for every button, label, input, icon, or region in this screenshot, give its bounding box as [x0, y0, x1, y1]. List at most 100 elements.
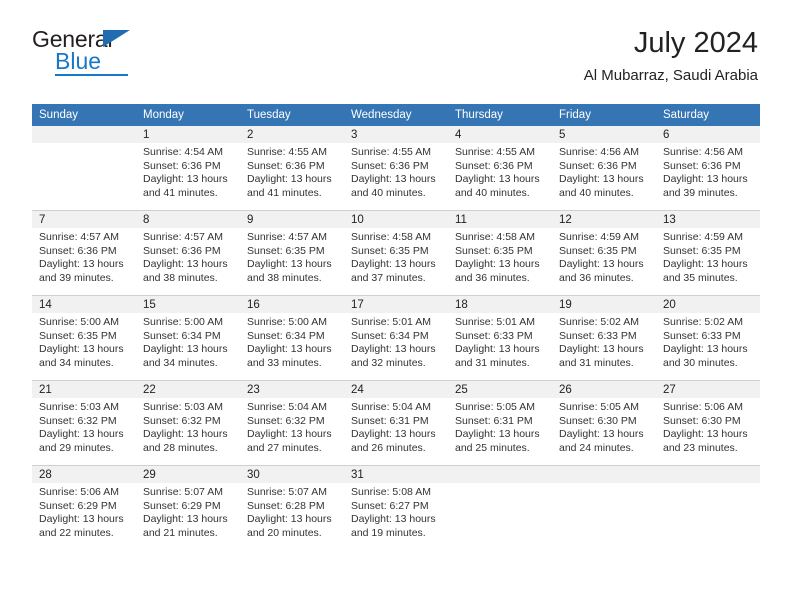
page-header: General Blue July 2024 Al Mubarraz, Saud…: [32, 27, 758, 96]
day-cell[interactable]: 26 Sunrise: 5:05 AM Sunset: 6:30 PM Dayligh…: [552, 380, 656, 466]
day-details: Sunrise: 4:57 AM Sunset: 6:35 PM Daylight:…: [240, 228, 344, 285]
day-cell[interactable]: 22 Sunrise: 5:03 AM Sunset: 6:32 PM Dayligh…: [136, 380, 240, 466]
day-number: 3: [344, 126, 448, 143]
daylight-text-cont: and 37 minutes.: [351, 271, 426, 284]
daylight-text: Daylight: 13 hours: [663, 343, 748, 355]
sunset-text: Sunset: 6:32 PM: [39, 414, 117, 427]
day-cell[interactable]: 14 Sunrise: 5:00 AM Sunset: 6:35 PM Dayligh…: [32, 295, 136, 381]
day-cell[interactable]: 20 Sunrise: 5:02 AM Sunset: 6:33 PM Dayligh…: [656, 295, 760, 381]
sunset-text: Sunset: 6:31 PM: [455, 414, 533, 427]
sunrise-text: Sunrise: 4:57 AM: [143, 231, 223, 243]
day-cell[interactable]: [32, 126, 136, 211]
day-cell[interactable]: 19 Sunrise: 5:02 AM Sunset: 6:33 PM Dayligh…: [552, 295, 656, 381]
day-cell[interactable]: 30 Sunrise: 5:07 AM Sunset: 6:28 PM Dayligh…: [240, 465, 344, 550]
day-number: 8: [136, 211, 240, 228]
day-cell[interactable]: 27 Sunrise: 5:06 AM Sunset: 6:30 PM Dayligh…: [656, 380, 760, 466]
day-number: 2: [240, 126, 344, 143]
day-details: Sunrise: 5:06 AM Sunset: 6:30 PM Daylight:…: [656, 398, 760, 455]
daylight-text-cont: and 38 minutes.: [247, 271, 322, 284]
daylight-text-cont: and 25 minutes.: [455, 441, 530, 454]
day-details: Sunrise: 5:04 AM Sunset: 6:31 PM Daylight:…: [344, 398, 448, 455]
day-details: Sunrise: 4:57 AM Sunset: 6:36 PM Daylight:…: [136, 228, 240, 285]
daylight-text: Daylight: 13 hours: [559, 428, 644, 440]
day-cell[interactable]: 18 Sunrise: 5:01 AM Sunset: 6:33 PM Dayligh…: [448, 295, 552, 381]
sunrise-text: Sunrise: 5:02 AM: [559, 316, 639, 328]
daylight-text: Daylight: 13 hours: [143, 513, 228, 525]
sunset-text: Sunset: 6:36 PM: [143, 159, 221, 172]
day-cell[interactable]: [656, 465, 760, 550]
sunset-text: Sunset: 6:35 PM: [351, 244, 429, 257]
day-cell[interactable]: 8 Sunrise: 4:57 AM Sunset: 6:36 PM Daylight…: [136, 210, 240, 296]
weekday-header-saturday: Saturday: [656, 104, 760, 126]
day-cell[interactable]: [552, 465, 656, 550]
sunrise-text: Sunrise: 5:00 AM: [143, 316, 223, 328]
day-details: Sunrise: 5:04 AM Sunset: 6:32 PM Daylight:…: [240, 398, 344, 455]
day-cell[interactable]: 10 Sunrise: 4:58 AM Sunset: 6:35 PM Dayligh…: [344, 210, 448, 296]
day-number: 5: [552, 126, 656, 143]
day-cell[interactable]: 1 Sunrise: 4:54 AM Sunset: 6:36 PM Daylight…: [136, 126, 240, 211]
day-details: Sunrise: 4:55 AM Sunset: 6:36 PM Daylight:…: [344, 143, 448, 200]
daylight-text-cont: and 27 minutes.: [247, 441, 322, 454]
daylight-text-cont: and 30 minutes.: [663, 356, 738, 369]
day-cell[interactable]: 2 Sunrise: 4:55 AM Sunset: 6:36 PM Daylight…: [240, 126, 344, 211]
day-cell[interactable]: 6 Sunrise: 4:56 AM Sunset: 6:36 PM Daylight…: [656, 126, 760, 211]
day-number: 1: [136, 126, 240, 143]
day-cell[interactable]: 23 Sunrise: 5:04 AM Sunset: 6:32 PM Dayligh…: [240, 380, 344, 466]
day-cell[interactable]: 9 Sunrise: 4:57 AM Sunset: 6:35 PM Daylight…: [240, 210, 344, 296]
daylight-text: Daylight: 13 hours: [39, 343, 124, 355]
week-row: 7 Sunrise: 4:57 AM Sunset: 6:36 PM Daylight…: [32, 210, 760, 296]
sunrise-text: Sunrise: 5:04 AM: [351, 401, 431, 413]
day-cell[interactable]: 15 Sunrise: 5:00 AM Sunset: 6:34 PM Dayligh…: [136, 295, 240, 381]
daylight-text: Daylight: 13 hours: [143, 258, 228, 270]
sunrise-text: Sunrise: 5:02 AM: [663, 316, 743, 328]
day-cell[interactable]: 21 Sunrise: 5:03 AM Sunset: 6:32 PM Dayligh…: [32, 380, 136, 466]
sunrise-text: Sunrise: 5:07 AM: [143, 486, 223, 498]
day-cell[interactable]: 17 Sunrise: 5:01 AM Sunset: 6:34 PM Dayligh…: [344, 295, 448, 381]
sunrise-text: Sunrise: 4:56 AM: [559, 146, 639, 158]
sunset-text: Sunset: 6:36 PM: [39, 244, 117, 257]
sunrise-text: Sunrise: 4:54 AM: [143, 146, 223, 158]
day-details: Sunrise: 5:01 AM Sunset: 6:33 PM Daylight:…: [448, 313, 552, 370]
day-details: Sunrise: 4:57 AM Sunset: 6:36 PM Daylight:…: [32, 228, 136, 285]
day-cell[interactable]: 29 Sunrise: 5:07 AM Sunset: 6:29 PM Dayligh…: [136, 465, 240, 550]
daylight-text-cont: and 39 minutes.: [663, 186, 738, 199]
day-cell[interactable]: 16 Sunrise: 5:00 AM Sunset: 6:34 PM Dayligh…: [240, 295, 344, 381]
day-cell[interactable]: 5 Sunrise: 4:56 AM Sunset: 6:36 PM Daylight…: [552, 126, 656, 211]
title-block: July 2024 Al Mubarraz, Saudi Arabia: [584, 27, 758, 84]
day-details: Sunrise: 5:02 AM Sunset: 6:33 PM Daylight:…: [552, 313, 656, 370]
day-cell[interactable]: 7 Sunrise: 4:57 AM Sunset: 6:36 PM Daylight…: [32, 210, 136, 296]
day-details: Sunrise: 5:03 AM Sunset: 6:32 PM Daylight:…: [136, 398, 240, 455]
day-cell[interactable]: 4 Sunrise: 4:55 AM Sunset: 6:36 PM Daylight…: [448, 126, 552, 211]
daylight-text-cont: and 31 minutes.: [455, 356, 530, 369]
day-cell[interactable]: 25 Sunrise: 5:05 AM Sunset: 6:31 PM Dayligh…: [448, 380, 552, 466]
day-number: 16: [240, 296, 344, 313]
day-cell[interactable]: 31 Sunrise: 5:08 AM Sunset: 6:27 PM Dayligh…: [344, 465, 448, 550]
day-number: 14: [32, 296, 136, 313]
day-number: 17: [344, 296, 448, 313]
day-number: [656, 466, 760, 483]
day-cell[interactable]: 12 Sunrise: 4:59 AM Sunset: 6:35 PM Dayligh…: [552, 210, 656, 296]
week-row: 28 Sunrise: 5:06 AM Sunset: 6:29 PM Dayligh…: [32, 465, 760, 550]
day-cell[interactable]: 28 Sunrise: 5:06 AM Sunset: 6:29 PM Dayligh…: [32, 465, 136, 550]
sunset-text: Sunset: 6:36 PM: [663, 159, 741, 172]
day-details: Sunrise: 5:06 AM Sunset: 6:29 PM Daylight:…: [32, 483, 136, 540]
daylight-text-cont: and 40 minutes.: [351, 186, 426, 199]
calendar-page: General Blue July 2024 Al Mubarraz, Saud…: [0, 0, 792, 612]
day-cell[interactable]: 13 Sunrise: 4:59 AM Sunset: 6:35 PM Dayligh…: [656, 210, 760, 296]
sunset-text: Sunset: 6:29 PM: [39, 499, 117, 512]
day-details: Sunrise: 4:55 AM Sunset: 6:36 PM Daylight:…: [448, 143, 552, 200]
day-cell[interactable]: [448, 465, 552, 550]
day-cell[interactable]: 3 Sunrise: 4:55 AM Sunset: 6:36 PM Daylight…: [344, 126, 448, 211]
daylight-text: Daylight: 13 hours: [351, 343, 436, 355]
daylight-text-cont: and 39 minutes.: [39, 271, 114, 284]
daylight-text: Daylight: 13 hours: [247, 173, 332, 185]
day-cell[interactable]: 24 Sunrise: 5:04 AM Sunset: 6:31 PM Dayligh…: [344, 380, 448, 466]
day-number: 27: [656, 381, 760, 398]
daylight-text: Daylight: 13 hours: [455, 258, 540, 270]
day-cell[interactable]: 11 Sunrise: 4:58 AM Sunset: 6:35 PM Dayligh…: [448, 210, 552, 296]
sunrise-text: Sunrise: 5:01 AM: [351, 316, 431, 328]
daylight-text: Daylight: 13 hours: [351, 513, 436, 525]
sunrise-text: Sunrise: 4:59 AM: [663, 231, 743, 243]
sunrise-text: Sunrise: 4:55 AM: [247, 146, 327, 158]
daylight-text: Daylight: 13 hours: [39, 258, 124, 270]
